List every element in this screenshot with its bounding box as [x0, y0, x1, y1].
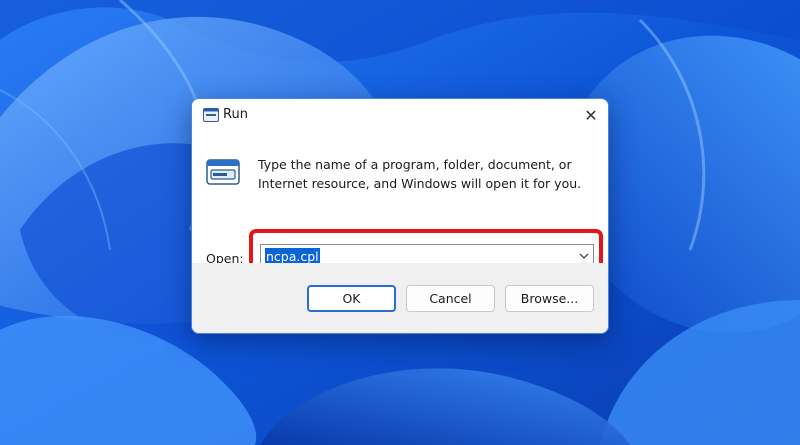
run-app-icon: [203, 108, 219, 122]
instruction-text: Type the name of a program, folder, docu…: [258, 157, 582, 191]
chevron-down-icon[interactable]: [579, 253, 589, 260]
cancel-button[interactable]: Cancel: [406, 285, 495, 312]
browse-button[interactable]: Browse...: [505, 285, 594, 312]
close-icon: ✕: [584, 105, 598, 125]
dialog-body: Type the name of a program, folder, docu…: [192, 131, 608, 281]
run-dialog: Run ✕ Type the name of a program, folder…: [191, 98, 609, 334]
ok-button[interactable]: OK: [307, 285, 396, 312]
close-button[interactable]: ✕: [574, 99, 608, 131]
title-bar[interactable]: Run ✕: [192, 99, 608, 131]
dialog-footer: OK Cancel Browse...: [192, 263, 608, 333]
window-title: Run: [223, 107, 248, 122]
run-window-icon: [206, 159, 240, 185]
